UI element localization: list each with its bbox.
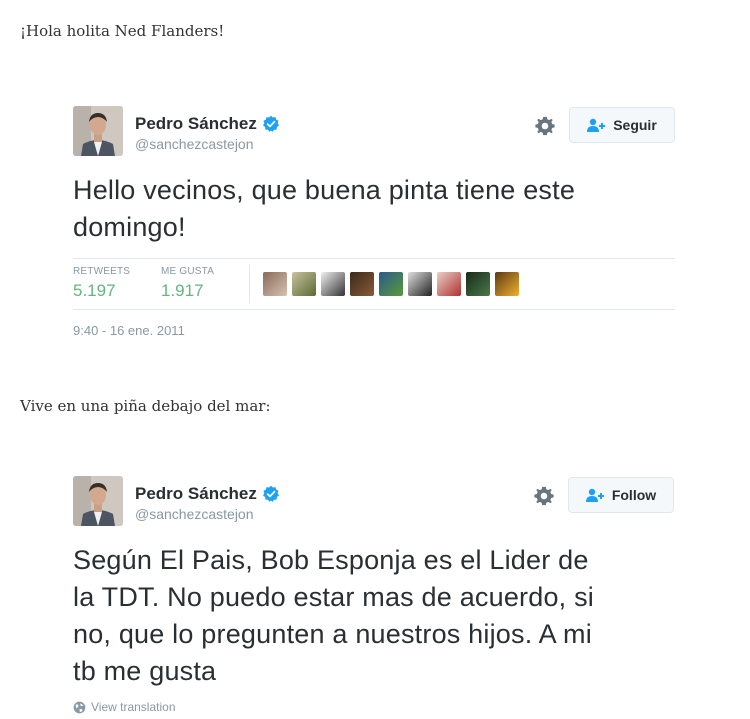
author-handle[interactable]: @sanchezcastejon bbox=[135, 506, 254, 522]
retweets-stat[interactable]: RETWEETS 5.197 bbox=[73, 266, 130, 301]
tweet-stats: RETWEETS 5.197 ME GUSTA 1.917 bbox=[73, 258, 675, 310]
view-translation-link[interactable]: View translation bbox=[73, 700, 176, 714]
globe-icon bbox=[73, 701, 86, 713]
follow-button[interactable]: Follow bbox=[568, 477, 674, 513]
tweet-text-line: Según El Pais, Bob Esponja es el Lider d… bbox=[73, 545, 589, 575]
likers-avatars bbox=[263, 272, 524, 296]
add-user-icon bbox=[585, 488, 604, 502]
tweet-text-line: la TDT. No puedo estar mas de acuerdo, s… bbox=[73, 582, 594, 612]
tweet-text-line: domingo! bbox=[73, 212, 186, 242]
liker-avatar[interactable] bbox=[466, 272, 490, 296]
likes-count: 1.917 bbox=[161, 281, 204, 300]
view-translation-label: View translation bbox=[91, 700, 176, 714]
verified-badge-icon bbox=[262, 485, 279, 502]
liker-avatar[interactable] bbox=[408, 272, 432, 296]
author-name[interactable]: Pedro Sánchez bbox=[135, 484, 257, 504]
liker-avatar[interactable] bbox=[379, 272, 403, 296]
liker-avatar[interactable] bbox=[292, 272, 316, 296]
gear-icon[interactable] bbox=[533, 485, 555, 507]
avatar[interactable] bbox=[73, 476, 123, 526]
avatar[interactable] bbox=[73, 106, 123, 156]
liker-avatar[interactable] bbox=[437, 272, 461, 296]
caption-hola: ¡Hola holita Ned Flanders! bbox=[20, 22, 225, 40]
liker-avatar[interactable] bbox=[350, 272, 374, 296]
tweet-text-line: Hello vecinos, que buena pinta tiene est… bbox=[73, 175, 576, 205]
likes-stat[interactable]: ME GUSTA 1.917 bbox=[161, 266, 214, 301]
tweet-timestamp[interactable]: 9:40 - 16 ene. 2011 bbox=[73, 323, 185, 338]
add-user-icon bbox=[587, 118, 606, 132]
retweets-count: 5.197 bbox=[73, 281, 116, 300]
liker-avatar[interactable] bbox=[321, 272, 345, 296]
follow-button[interactable]: Seguir bbox=[569, 107, 675, 143]
gear-icon[interactable] bbox=[534, 115, 556, 137]
tweet-text-line: tb me gusta bbox=[73, 656, 217, 686]
tweet-text-line: no, que lo pregunten a nuestros hijos. A… bbox=[73, 619, 592, 649]
follow-button-label: Seguir bbox=[613, 117, 657, 133]
stats-divider bbox=[249, 265, 250, 303]
likes-label: ME GUSTA bbox=[161, 266, 215, 277]
liker-avatar[interactable] bbox=[263, 272, 287, 296]
tweet-text: Hello vecinos, que buena pinta tiene est… bbox=[73, 172, 575, 246]
author-name[interactable]: Pedro Sánchez bbox=[135, 114, 257, 134]
liker-avatar[interactable] bbox=[495, 272, 519, 296]
retweets-label: RETWEETS bbox=[73, 266, 131, 277]
tweet-text: Según El Pais, Bob Esponja es el Lider d… bbox=[73, 542, 594, 690]
caption-pina: Vive en una piña debajo del mar: bbox=[20, 397, 271, 415]
follow-button-label: Follow bbox=[611, 487, 657, 503]
author-handle[interactable]: @sanchezcastejon bbox=[135, 136, 254, 152]
verified-badge-icon bbox=[262, 115, 279, 132]
